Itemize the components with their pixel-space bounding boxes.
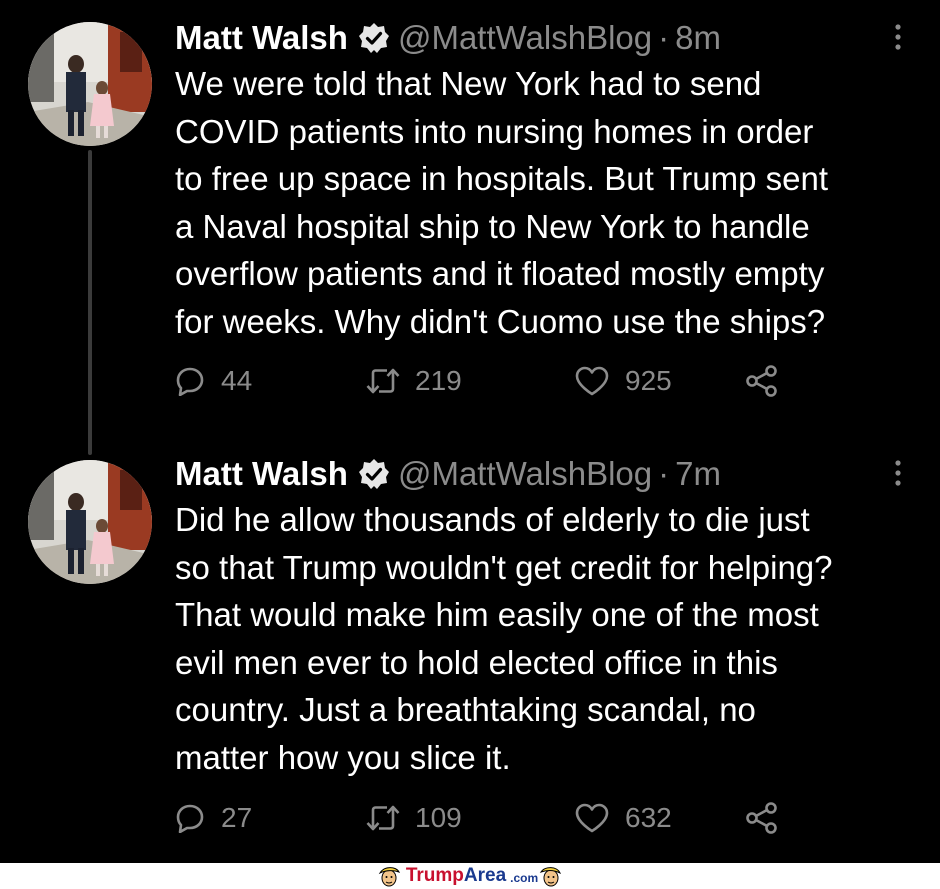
separator-dot: · [658, 455, 670, 492]
watermark-footer: TrumpArea .com [0, 863, 940, 889]
more-options-icon[interactable] [888, 458, 908, 488]
brand-tld: .com [510, 871, 539, 885]
like-button[interactable]: 925 [575, 365, 745, 397]
avatar[interactable] [28, 460, 152, 584]
caricature-logo-icon [378, 867, 400, 887]
brand-part-1: Trump [405, 865, 464, 886]
retweet-count: 219 [415, 365, 462, 396]
retweet-icon [366, 805, 400, 831]
tweet-actions: 27 109 632 [175, 802, 779, 834]
avatar[interactable] [28, 22, 152, 146]
share-button[interactable] [745, 802, 779, 834]
author-name[interactable]: Matt Walsh [175, 454, 348, 494]
like-count: 632 [625, 802, 672, 833]
retweet-button[interactable]: 109 [365, 802, 575, 834]
reply-icon [176, 804, 204, 833]
verified-badge-icon [358, 459, 389, 489]
reply-count: 27 [221, 802, 253, 833]
reply-count: 44 [221, 365, 253, 396]
verified-badge-icon [358, 23, 389, 53]
tweet-2[interactable]: Matt Walsh @MattWalshBlog · 7m Did he al… [0, 440, 940, 863]
heart-icon [575, 803, 609, 833]
author-handle[interactable]: @MattWalshBlog [398, 18, 652, 58]
tweet-text: Did he allow thousands of elderly to die… [175, 501, 833, 776]
timestamp[interactable]: 7m [675, 454, 721, 494]
reply-icon [176, 367, 204, 396]
author-name[interactable]: Matt Walsh [175, 18, 348, 58]
thread-connector-line [88, 150, 92, 455]
share-icon [746, 802, 777, 834]
share-icon [746, 365, 777, 397]
like-count: 925 [625, 365, 672, 396]
brand-part-2: Area [463, 865, 507, 886]
tweet-text: We were told that New York had to send C… [175, 65, 829, 340]
caricature-logo-icon [539, 867, 562, 887]
like-button[interactable]: 632 [575, 802, 745, 834]
tweet-actions: 44 219 925 [175, 365, 779, 397]
timestamp[interactable]: 8m [675, 18, 721, 58]
retweet-count: 109 [415, 802, 462, 833]
heart-icon [575, 366, 609, 396]
retweet-icon [366, 368, 400, 394]
author-handle[interactable]: @MattWalshBlog [398, 454, 652, 494]
tweet-header: Matt Walsh @MattWalshBlog · 8m [175, 18, 900, 58]
reply-button[interactable]: 27 [175, 802, 365, 834]
tweet-header: Matt Walsh @MattWalshBlog · 7m [175, 454, 900, 494]
share-button[interactable] [745, 365, 779, 397]
tweet-1[interactable]: Matt Walsh @MattWalshBlog · 8m We were t… [0, 0, 940, 455]
reply-button[interactable]: 44 [175, 365, 365, 397]
brand-name: TrumpArea [406, 865, 506, 887]
more-options-icon[interactable] [888, 22, 908, 52]
separator-dot: · [658, 19, 670, 56]
retweet-button[interactable]: 219 [365, 365, 575, 397]
